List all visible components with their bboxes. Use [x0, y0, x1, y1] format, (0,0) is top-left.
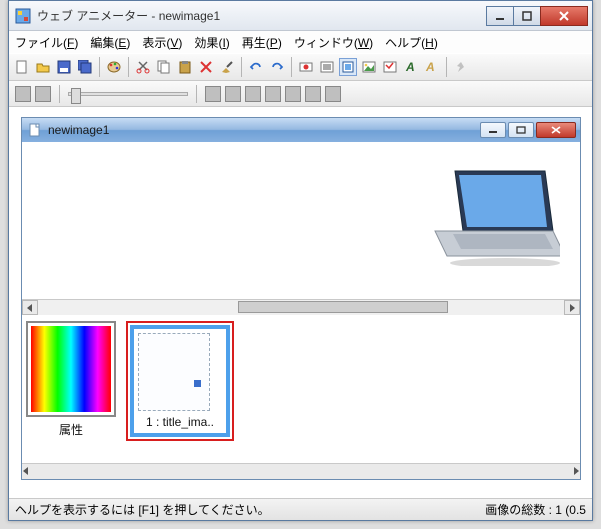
delete-icon[interactable]	[197, 58, 215, 76]
laptop-image	[430, 166, 560, 266]
child-close-button[interactable]	[536, 122, 576, 138]
child-maximize-button[interactable]	[508, 122, 534, 138]
timeline-button[interactable]	[325, 86, 341, 102]
brush-icon[interactable]	[218, 58, 236, 76]
close-button[interactable]	[540, 6, 588, 26]
window-tile-icon[interactable]	[339, 58, 357, 76]
window-buttons	[487, 6, 588, 26]
scroll-track[interactable]	[30, 464, 572, 479]
fx-icon[interactable]	[381, 58, 399, 76]
svg-text:A: A	[425, 60, 435, 74]
main-toolbar: A A	[9, 53, 592, 81]
menu-view[interactable]: 表示(V)	[142, 34, 182, 51]
paste-icon[interactable]	[176, 58, 194, 76]
menu-edit[interactable]: 編集(E)	[90, 34, 130, 51]
menu-file[interactable]: ファイル(F)	[15, 34, 78, 51]
main-titlebar: ウェブ アニメーター - newimage1	[9, 1, 592, 31]
timeline-button[interactable]	[285, 86, 301, 102]
child-window-buttons	[480, 122, 576, 138]
frame-selection-inner: 1 : title_ima..	[130, 325, 230, 437]
menu-effect[interactable]: 効果(I)	[194, 34, 229, 51]
new-icon[interactable]	[13, 58, 31, 76]
timeline-button[interactable]	[35, 86, 51, 102]
text-icon[interactable]: A	[402, 58, 420, 76]
toolbar-sep	[59, 85, 60, 103]
menu-play[interactable]: 再生(P)	[242, 34, 282, 51]
statusbar: ヘルプを表示するには [F1] を押してください。 画像の総数 : 1 (0.5	[9, 498, 592, 520]
main-title: ウェブ アニメーター - newimage1	[37, 7, 487, 24]
scroll-right-icon[interactable]	[564, 300, 580, 315]
save-all-icon[interactable]	[76, 58, 94, 76]
scroll-left-icon[interactable]	[22, 300, 38, 315]
undo-icon[interactable]	[247, 58, 265, 76]
toolbar-sep	[446, 57, 447, 77]
child-titlebar: newimage1	[22, 118, 580, 142]
timeline-button[interactable]	[15, 86, 31, 102]
frame-selection-outline: 1 : title_ima..	[126, 321, 234, 441]
frames-hscrollbar[interactable]	[22, 463, 580, 479]
attributes-thumb: 属性	[26, 321, 116, 438]
frame-thumb-1: 1 : title_ima..	[126, 321, 234, 441]
status-help-text: ヘルプを表示するには [F1] を押してください。	[15, 501, 270, 518]
status-image-count: 画像の総数 : 1 (0.5	[485, 501, 586, 518]
main-window: ウェブ アニメーター - newimage1 ファイル(F) 編集(E) 表示(…	[8, 0, 593, 521]
timeline-button[interactable]	[265, 86, 281, 102]
scroll-thumb[interactable]	[238, 301, 448, 313]
list-icon[interactable]	[318, 58, 336, 76]
timeline-button[interactable]	[305, 86, 321, 102]
timeline-toolbar	[9, 81, 592, 107]
save-icon[interactable]	[55, 58, 73, 76]
canvas-area[interactable]	[22, 142, 580, 299]
cut-icon[interactable]	[134, 58, 152, 76]
document-icon	[28, 123, 42, 137]
timeline-button[interactable]	[225, 86, 241, 102]
app-icon	[15, 8, 31, 24]
copy-icon[interactable]	[155, 58, 173, 76]
frame-thumbnail[interactable]	[138, 333, 210, 411]
toolbar-sep	[128, 57, 129, 77]
text-fx-icon[interactable]: A	[423, 58, 441, 76]
minimize-button[interactable]	[486, 6, 514, 26]
scroll-left-icon[interactable]	[22, 464, 30, 479]
toolbar-sep	[291, 57, 292, 77]
menu-window[interactable]: ウィンドウ(W)	[294, 34, 373, 51]
child-title: newimage1	[48, 123, 480, 137]
attributes-label: 属性	[26, 421, 116, 438]
open-icon[interactable]	[34, 58, 52, 76]
menu-help[interactable]: ヘルプ(H)	[385, 34, 438, 51]
toolbar-sep	[196, 85, 197, 103]
timeline-slider[interactable]	[68, 92, 188, 96]
redo-icon[interactable]	[268, 58, 286, 76]
maximize-button[interactable]	[513, 6, 541, 26]
menubar: ファイル(F) 編集(E) 表示(V) 効果(I) 再生(P) ウィンドウ(W)…	[9, 31, 592, 53]
image-icon[interactable]	[360, 58, 378, 76]
svg-text:A: A	[405, 60, 415, 74]
help-icon[interactable]	[452, 58, 470, 76]
attributes-thumb-box[interactable]	[26, 321, 116, 417]
child-minimize-button[interactable]	[480, 122, 506, 138]
toolbar-sep	[99, 57, 100, 77]
frames-strip: 属性 1 : title_ima..	[22, 315, 580, 463]
scroll-track[interactable]	[38, 300, 564, 315]
child-window: newimage1	[21, 117, 581, 480]
mdi-client-area: newimage1	[9, 107, 592, 514]
palette-icon	[31, 326, 111, 412]
scroll-right-icon[interactable]	[572, 464, 580, 479]
frame-thumb-label: 1 : title_ima..	[138, 415, 222, 429]
paint-icon[interactable]	[105, 58, 123, 76]
timeline-button[interactable]	[205, 86, 221, 102]
timeline-button[interactable]	[245, 86, 261, 102]
toolbar-sep	[241, 57, 242, 77]
canvas-hscrollbar[interactable]	[22, 299, 580, 315]
record-dot-icon[interactable]	[297, 58, 315, 76]
